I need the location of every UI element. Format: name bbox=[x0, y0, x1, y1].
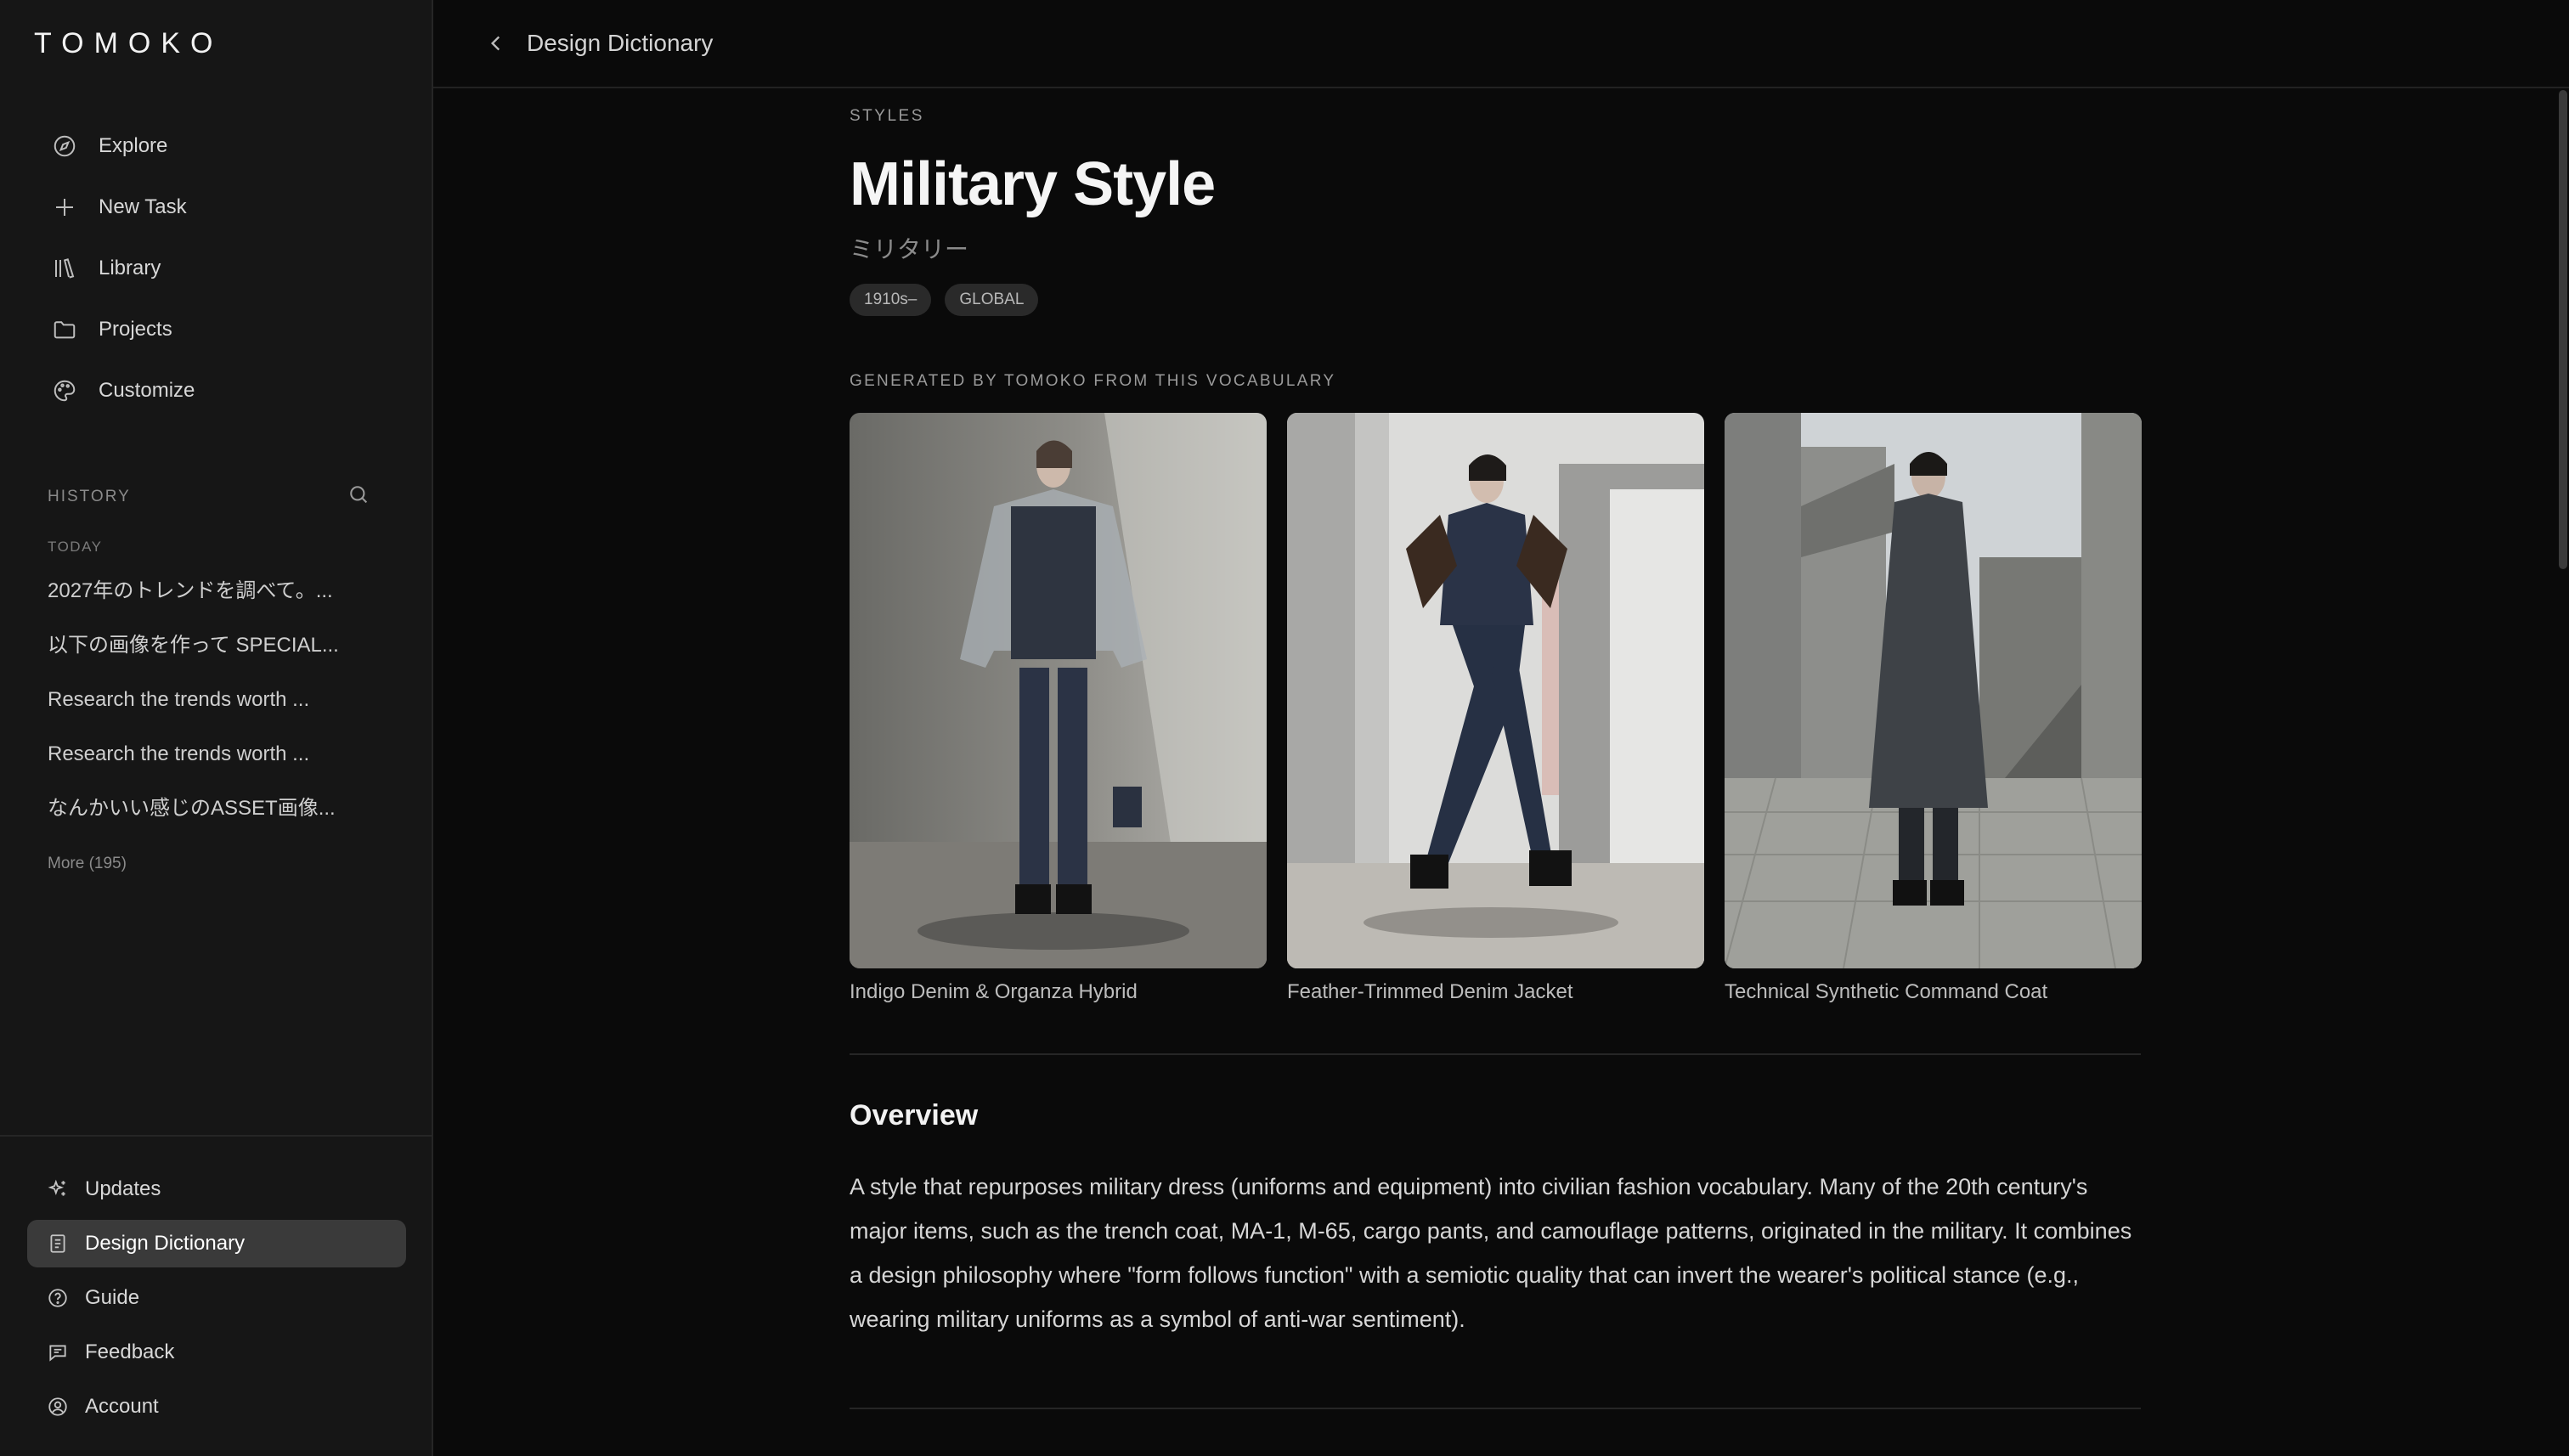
tag-list: 1910s– GLOBAL bbox=[850, 284, 2141, 316]
nav-item-label: New Task bbox=[99, 195, 187, 218]
brand-logo[interactable]: TOMOKO bbox=[34, 27, 223, 60]
dictionary-entry: STYLES Military Style ミリタリー 1910s– GLOBA… bbox=[850, 88, 2142, 1409]
search-icon[interactable] bbox=[347, 483, 370, 511]
top-bar: Design Dictionary bbox=[433, 0, 2569, 88]
generated-label: GENERATED BY TOMOKO FROM THIS VOCABULARY bbox=[850, 372, 1336, 390]
palette-icon bbox=[51, 377, 78, 404]
tag-era: 1910s– bbox=[850, 284, 932, 316]
gallery-image[interactable] bbox=[1725, 413, 2142, 968]
compass-icon bbox=[51, 133, 78, 160]
sidebar-bottom-nav: Updates Design Dictionary Guide Feedback bbox=[0, 1135, 432, 1437]
gallery-image[interactable] bbox=[850, 413, 1267, 968]
sidebar: TOMOKO Explore New Task Library Projects… bbox=[0, 0, 433, 1456]
history-header: HISTORY bbox=[48, 483, 370, 511]
history-item[interactable]: なんかいい感じのASSET画像... bbox=[48, 782, 387, 836]
nav-item-customize[interactable]: Customize bbox=[27, 360, 406, 421]
history-item[interactable]: 2027年のトレンドを調べて。... bbox=[48, 564, 387, 618]
overview-heading: Overview bbox=[850, 1099, 979, 1132]
nav-item-label: Updates bbox=[85, 1177, 161, 1200]
message-icon bbox=[46, 1340, 70, 1364]
history-list: 2027年のトレンドを調べて。... 以下の画像を作って SPECIAL... … bbox=[48, 564, 387, 836]
history-item[interactable]: Research the trends worth ... bbox=[48, 673, 387, 727]
nav-item-account[interactable]: Account bbox=[27, 1383, 406, 1431]
main-content: Design Dictionary STYLES Military Style … bbox=[433, 0, 2569, 1456]
tag-region: GLOBAL bbox=[945, 284, 1039, 316]
page-breadcrumb: Design Dictionary bbox=[527, 30, 714, 56]
history-item[interactable]: 以下の画像を作って SPECIAL... bbox=[48, 618, 387, 673]
page-title: Military Style bbox=[850, 150, 1216, 218]
book-icon bbox=[46, 1232, 70, 1256]
sparkles-icon bbox=[46, 1177, 70, 1201]
nav-item-label: Account bbox=[85, 1395, 159, 1418]
gallery-image[interactable] bbox=[1287, 413, 1704, 968]
vertical-scrollbar[interactable] bbox=[2559, 90, 2567, 569]
nav-item-label: Customize bbox=[99, 379, 195, 402]
library-icon bbox=[51, 255, 78, 282]
image-caption: Technical Synthetic Command Coat bbox=[1725, 980, 2048, 1003]
folder-icon bbox=[51, 316, 78, 343]
history-label: HISTORY bbox=[48, 487, 131, 505]
user-circle-icon bbox=[46, 1395, 70, 1419]
nav-item-projects[interactable]: Projects bbox=[27, 299, 406, 360]
overview-text: A style that repurposes military dress (… bbox=[850, 1174, 2132, 1332]
image-gallery: Indigo Denim & Organza Hybrid Feather-Tr… bbox=[850, 413, 2142, 1004]
nav-item-label: Library bbox=[99, 257, 161, 279]
entry-subtitle-jp: ミリタリー bbox=[850, 236, 969, 262]
nav-item-label: Guide bbox=[85, 1286, 140, 1309]
nav-item-explore[interactable]: Explore bbox=[27, 116, 406, 177]
nav-item-guide[interactable]: Guide bbox=[27, 1274, 406, 1322]
history-more-link[interactable]: More (195) bbox=[48, 855, 127, 873]
gallery-card: Indigo Denim & Organza Hybrid bbox=[850, 413, 1267, 1004]
image-caption: Indigo Denim & Organza Hybrid bbox=[850, 980, 1138, 1003]
entry-category: STYLES bbox=[850, 107, 924, 125]
history-item[interactable]: Research the trends worth ... bbox=[48, 727, 387, 782]
help-circle-icon bbox=[46, 1286, 70, 1310]
section-divider bbox=[850, 1053, 2141, 1055]
chevron-left-icon[interactable] bbox=[481, 28, 511, 59]
history-group-today: TODAY bbox=[48, 539, 103, 555]
nav-item-design-dictionary[interactable]: Design Dictionary bbox=[27, 1220, 406, 1267]
nav-item-label: Design Dictionary bbox=[85, 1232, 246, 1255]
nav-item-new-task[interactable]: New Task bbox=[27, 177, 406, 238]
image-caption: Feather-Trimmed Denim Jacket bbox=[1287, 980, 1573, 1003]
plus-icon bbox=[51, 194, 78, 221]
app-window: TOMOKO Explore New Task Library Projects… bbox=[0, 0, 2569, 1456]
section-divider bbox=[850, 1408, 2141, 1409]
nav-item-updates[interactable]: Updates bbox=[27, 1165, 406, 1213]
nav-item-label: Feedback bbox=[85, 1340, 175, 1363]
nav-item-label: Explore bbox=[99, 134, 168, 157]
gallery-card: Technical Synthetic Command Coat bbox=[1725, 413, 2142, 1004]
gallery-card: Feather-Trimmed Denim Jacket bbox=[1287, 413, 1704, 1004]
nav-item-library[interactable]: Library bbox=[27, 238, 406, 299]
nav-item-label: Projects bbox=[99, 318, 172, 341]
nav-item-feedback[interactable]: Feedback bbox=[27, 1329, 406, 1376]
primary-nav: Explore New Task Library Projects Custom… bbox=[27, 116, 406, 421]
